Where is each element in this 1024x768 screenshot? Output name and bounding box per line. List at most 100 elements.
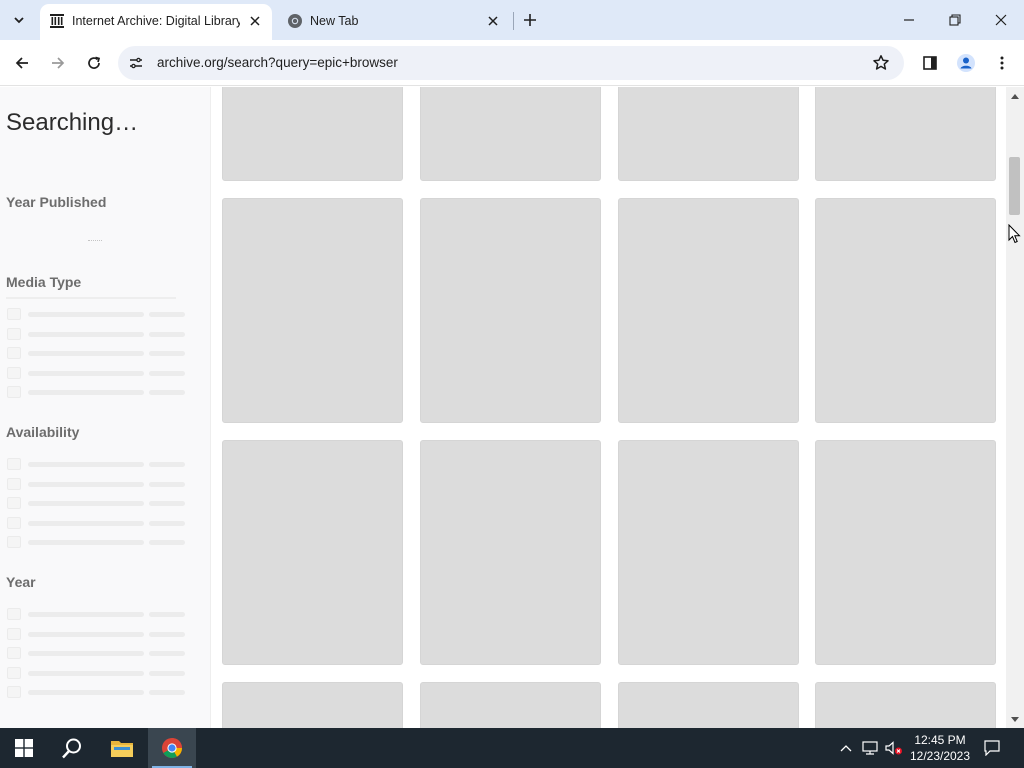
forward-button[interactable] [44,49,72,77]
windows-start-icon [15,739,33,757]
skeleton-count [149,481,185,487]
facet-skeleton-row [7,627,187,640]
close-window-button[interactable] [978,0,1024,40]
tray-overflow-button[interactable] [836,738,856,758]
result-tile-placeholder [815,682,996,728]
tray-network[interactable] [860,738,880,758]
skeleton-count [149,462,185,467]
taskbar-chrome[interactable] [148,728,196,768]
tab-title: Internet Archive: Digital Library [72,14,240,28]
facet-skeleton-row [7,327,187,340]
more-vert-icon [1000,56,1004,70]
results-grid [211,87,1006,728]
start-button[interactable] [0,728,48,768]
bookmark-star-icon[interactable] [872,54,890,72]
skeleton-checkbox [7,366,21,379]
result-tile-placeholder [222,198,403,423]
facet-skeleton-row [7,647,187,659]
skeleton-label [28,370,144,376]
skeleton-label [28,670,144,676]
skeleton-count [149,612,185,617]
skeleton-count [149,331,185,337]
skeleton-checkbox [7,647,21,659]
facet-skeleton-row [7,497,187,509]
close-icon[interactable] [246,12,264,30]
skeleton-label [28,312,144,317]
tab-search-button[interactable] [6,7,32,33]
profile-button[interactable] [954,51,978,75]
page-content: Searching… Year Published Media Type Ava… [0,87,1024,728]
mouse-cursor-icon [1008,224,1021,244]
tab-strip: Internet Archive: Digital Library New Ta… [0,0,1024,40]
arrow-left-icon [15,57,28,69]
address-bar[interactable]: archive.org/search?query=epic+browser [118,46,904,80]
system-clock[interactable]: 12:45 PM 12/23/2023 [906,732,974,764]
tab-new-tab[interactable]: New Tab [278,4,510,40]
chevron-down-icon [14,17,24,24]
scroll-down-arrow[interactable] [1006,711,1024,728]
skeleton-count [149,312,185,317]
arrow-right-icon [52,57,65,69]
scroll-thumb[interactable] [1009,157,1020,215]
skeleton-label [28,331,144,337]
skeleton-count [149,690,185,695]
result-tile-placeholder [618,440,799,665]
taskbar-search-button[interactable] [48,728,96,768]
clock-date: 12/23/2023 [909,749,971,763]
minimize-button[interactable] [886,0,932,40]
facet-skeleton-row [7,458,187,470]
facet-skeleton-row [7,308,187,320]
skeleton-checkbox [7,497,21,509]
close-icon [995,14,1007,26]
skeleton-label [28,481,144,487]
skeleton-count [149,520,185,526]
internet-archive-icon [50,14,64,28]
plus-icon [524,14,536,26]
side-panel-button[interactable] [918,51,942,75]
reload-button[interactable] [80,49,108,77]
facet-skeleton-row [7,477,187,490]
tab-internet-archive[interactable]: Internet Archive: Digital Library [40,4,272,40]
windows-taskbar: 12:45 PM 12/23/2023 [0,728,1024,768]
result-tile-placeholder [420,198,601,423]
skeleton-checkbox [7,458,21,470]
chrome-icon [162,738,182,758]
new-tab-button[interactable] [518,8,542,32]
result-tile-placeholder [618,682,799,728]
reload-icon [88,56,101,69]
facet-title-year: Year [6,574,36,590]
chevron-up-icon [840,745,852,752]
tab-title: New Tab [310,14,359,28]
facet-skeleton-row [7,516,187,529]
chrome-menu-button[interactable] [990,51,1014,75]
back-button[interactable] [8,49,36,77]
close-icon[interactable] [484,12,502,30]
clock-time: 12:45 PM [914,733,966,747]
tray-volume[interactable] [884,738,904,758]
scroll-up-arrow[interactable] [1006,87,1024,104]
result-tile-placeholder [815,440,996,665]
skeleton-checkbox [7,627,21,640]
notification-center-button[interactable] [980,736,1004,760]
facets-sidebar: Searching… Year Published Media Type Ava… [0,87,211,728]
skeleton-checkbox [7,608,21,620]
year-histogram-placeholder [88,240,102,242]
skeleton-checkbox [7,516,21,529]
tab-separator [513,12,514,30]
skeleton-checkbox [7,327,21,340]
facet-skeleton-row [7,666,187,679]
skeleton-checkbox [7,536,21,548]
skeleton-count [149,651,185,656]
result-tile-placeholder [420,87,601,181]
restore-button[interactable] [932,0,978,40]
file-explorer-icon [111,741,133,757]
taskbar-file-explorer[interactable] [98,728,146,768]
result-tile-placeholder [222,440,403,665]
profile-avatar-icon [957,54,975,72]
site-settings-icon[interactable] [128,55,144,71]
skeleton-count [149,390,185,395]
page-scrollbar[interactable] [1006,87,1024,728]
skeleton-checkbox [7,686,21,698]
skeleton-label [28,390,144,395]
skeleton-count [149,670,185,676]
